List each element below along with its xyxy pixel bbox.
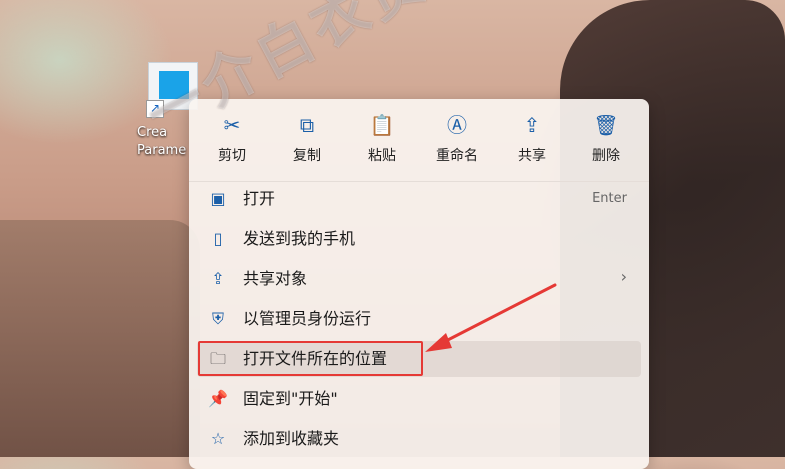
annotation-arrow	[425, 283, 557, 352]
